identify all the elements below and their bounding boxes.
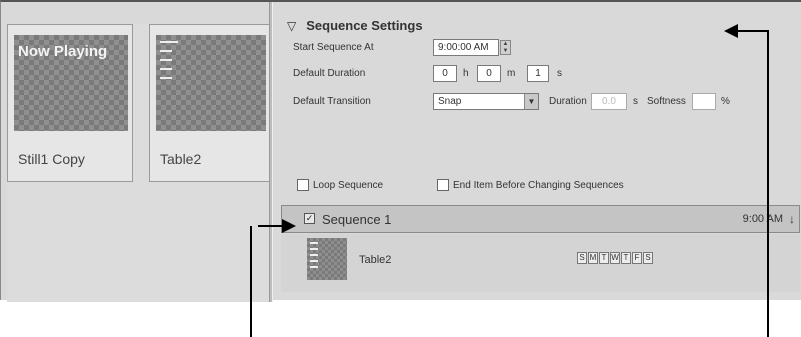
time-spinner-icon[interactable]: ▲ ▼ (500, 40, 511, 55)
softness-unit: % (721, 96, 730, 107)
callout-line-right-horizontal (738, 30, 768, 32)
day-toggle-tuesday[interactable]: T (599, 252, 609, 264)
sequence-item-thumbnail (307, 238, 347, 280)
collapse-triangle-icon[interactable]: ▽ (287, 19, 296, 33)
callout-arrowhead-left (724, 24, 738, 38)
table-lines-icon (160, 41, 178, 86)
day-toggle-saturday[interactable]: S (643, 252, 653, 264)
hours-unit: h (463, 68, 469, 79)
duration-minutes-field[interactable]: 0 (477, 65, 501, 82)
end-item-label: End Item Before Changing Sequences (453, 180, 624, 191)
sequence-settings-panel: ▽ Sequence Settings Start Sequence At 9:… (277, 12, 801, 302)
end-item-checkbox[interactable] (437, 179, 449, 191)
duration-seconds-field[interactable]: 1 (527, 65, 549, 82)
media-panel: Now Playing Still1 Copy Table2 (7, 24, 271, 302)
panel-splitter[interactable] (269, 2, 273, 302)
loop-sequence-label: Loop Sequence (313, 180, 384, 191)
settings-title: Sequence Settings (306, 18, 423, 33)
transition-duration-field[interactable]: 0.0 (591, 93, 627, 110)
softness-field[interactable] (692, 93, 716, 110)
sequence-item-row[interactable]: Table2 S M T W T F S (281, 234, 800, 292)
softness-label: Softness (647, 96, 686, 107)
transition-value: Snap (438, 96, 462, 107)
transition-duration-unit: s (633, 96, 638, 107)
media-thumbnail: Now Playing (14, 35, 128, 131)
callout-line-left-horizontal (258, 225, 282, 227)
day-toggle-sunday[interactable]: S (577, 252, 587, 264)
sort-arrow-icon[interactable]: ↓ (789, 212, 795, 226)
sequence-header-bar[interactable]: ✓ Sequence 1 9:00 AM ↓ (281, 205, 800, 233)
sequence-enabled-checkbox[interactable]: ✓ (304, 213, 315, 224)
callout-line-right (767, 30, 769, 337)
default-duration-label: Default Duration (293, 68, 366, 79)
day-toggle-wednesday[interactable]: W (610, 252, 620, 264)
day-toggle-thursday[interactable]: T (621, 252, 631, 264)
media-card-still1-copy[interactable]: Now Playing Still1 Copy (7, 24, 133, 182)
default-transition-label: Default Transition (293, 96, 371, 107)
start-sequence-label: Start Sequence At (293, 42, 374, 53)
sequence-time: 9:00 AM (742, 213, 783, 225)
callout-line-left (250, 226, 252, 337)
start-time-field[interactable]: 9:00:00 AM (433, 39, 499, 56)
seconds-unit: s (557, 68, 562, 79)
settings-header[interactable]: ▽ Sequence Settings (287, 18, 423, 33)
media-card-label: Table2 (160, 151, 202, 167)
minutes-unit: m (507, 68, 516, 79)
sequence-title: Sequence 1 (322, 212, 392, 227)
duration-hours-field[interactable]: 0 (433, 65, 457, 82)
screenshot-frame: Now Playing Still1 Copy Table2 ▽ Sequenc… (0, 0, 801, 302)
chevron-down-icon[interactable]: ▼ (524, 94, 538, 109)
day-toggle-friday[interactable]: F (632, 252, 642, 264)
day-toggle-monday[interactable]: M (588, 252, 598, 264)
loop-sequence-checkbox[interactable] (297, 179, 309, 191)
sequence-item-label: Table2 (359, 254, 392, 266)
media-card-table2[interactable]: Table2 (149, 24, 271, 182)
media-card-label: Still1 Copy (18, 151, 85, 167)
media-thumbnail (156, 35, 266, 131)
thumbnail-title: Now Playing (18, 43, 108, 60)
transition-duration-label: Duration (549, 96, 587, 107)
callout-arrowhead-right (282, 219, 296, 233)
weekday-toggles: S M T W T F S (577, 252, 654, 264)
